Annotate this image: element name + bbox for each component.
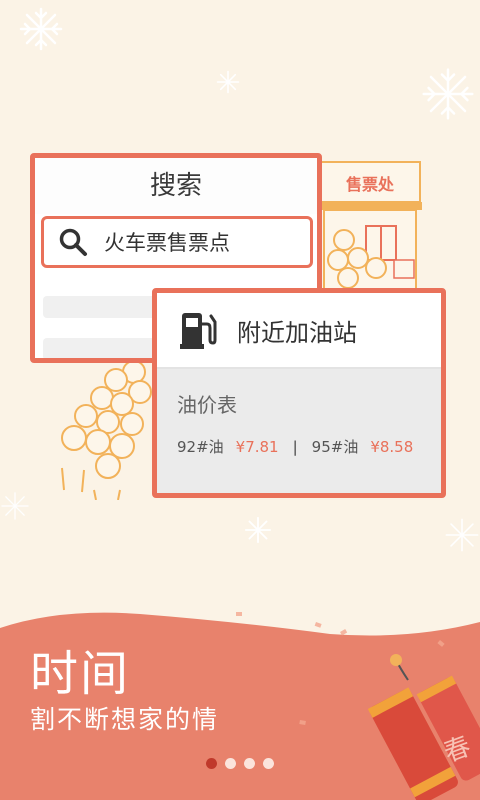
page-dot[interactable]	[225, 758, 236, 769]
page-dot[interactable]	[263, 758, 274, 769]
fuel-price-95: ¥8.58	[370, 437, 414, 456]
search-icon	[59, 228, 87, 256]
price-row: 92#油 ¥7.81 | 95#油 ¥8.58	[177, 436, 441, 457]
ticket-office-illustration: 售票处	[318, 161, 422, 291]
gas-pump-icon	[180, 313, 217, 349]
ticket-office-sign: 售票处	[346, 175, 395, 194]
page-indicator	[206, 758, 274, 769]
snowflake-icon	[216, 70, 240, 94]
search-input[interactable]: 火车票售票点	[41, 216, 313, 268]
snowflake-icon	[19, 7, 63, 51]
page-dot[interactable]	[244, 758, 255, 769]
gas-card-title: 附近加油站	[237, 318, 357, 347]
firecracker-icon: 春	[367, 654, 480, 800]
snowflake-icon	[422, 68, 474, 120]
fuel-grade-92: 92#油	[177, 438, 224, 456]
snowflake-icon	[1, 492, 29, 520]
price-table-label: 油价表	[177, 393, 237, 417]
crowd-illustration	[61, 360, 152, 500]
page-dot[interactable]	[206, 758, 217, 769]
banner-subline: 割不断想家的情	[30, 705, 220, 734]
snowflake-icon	[445, 518, 479, 552]
snowflake-icon	[244, 516, 272, 544]
price-separator: |	[292, 437, 298, 456]
search-query: 火车票售票点	[104, 231, 230, 255]
search-title: 搜索	[35, 158, 317, 214]
gas-card-header: 附近加油站	[157, 293, 441, 369]
nearby-gas-card: 附近加油站 油价表 92#油 ¥7.81 | 95#油 ¥8.58	[152, 288, 446, 498]
fuel-grade-95: 95#油	[311, 438, 359, 456]
banner-headline: 时间	[30, 646, 131, 702]
fuel-price-92: ¥7.81	[235, 437, 279, 456]
